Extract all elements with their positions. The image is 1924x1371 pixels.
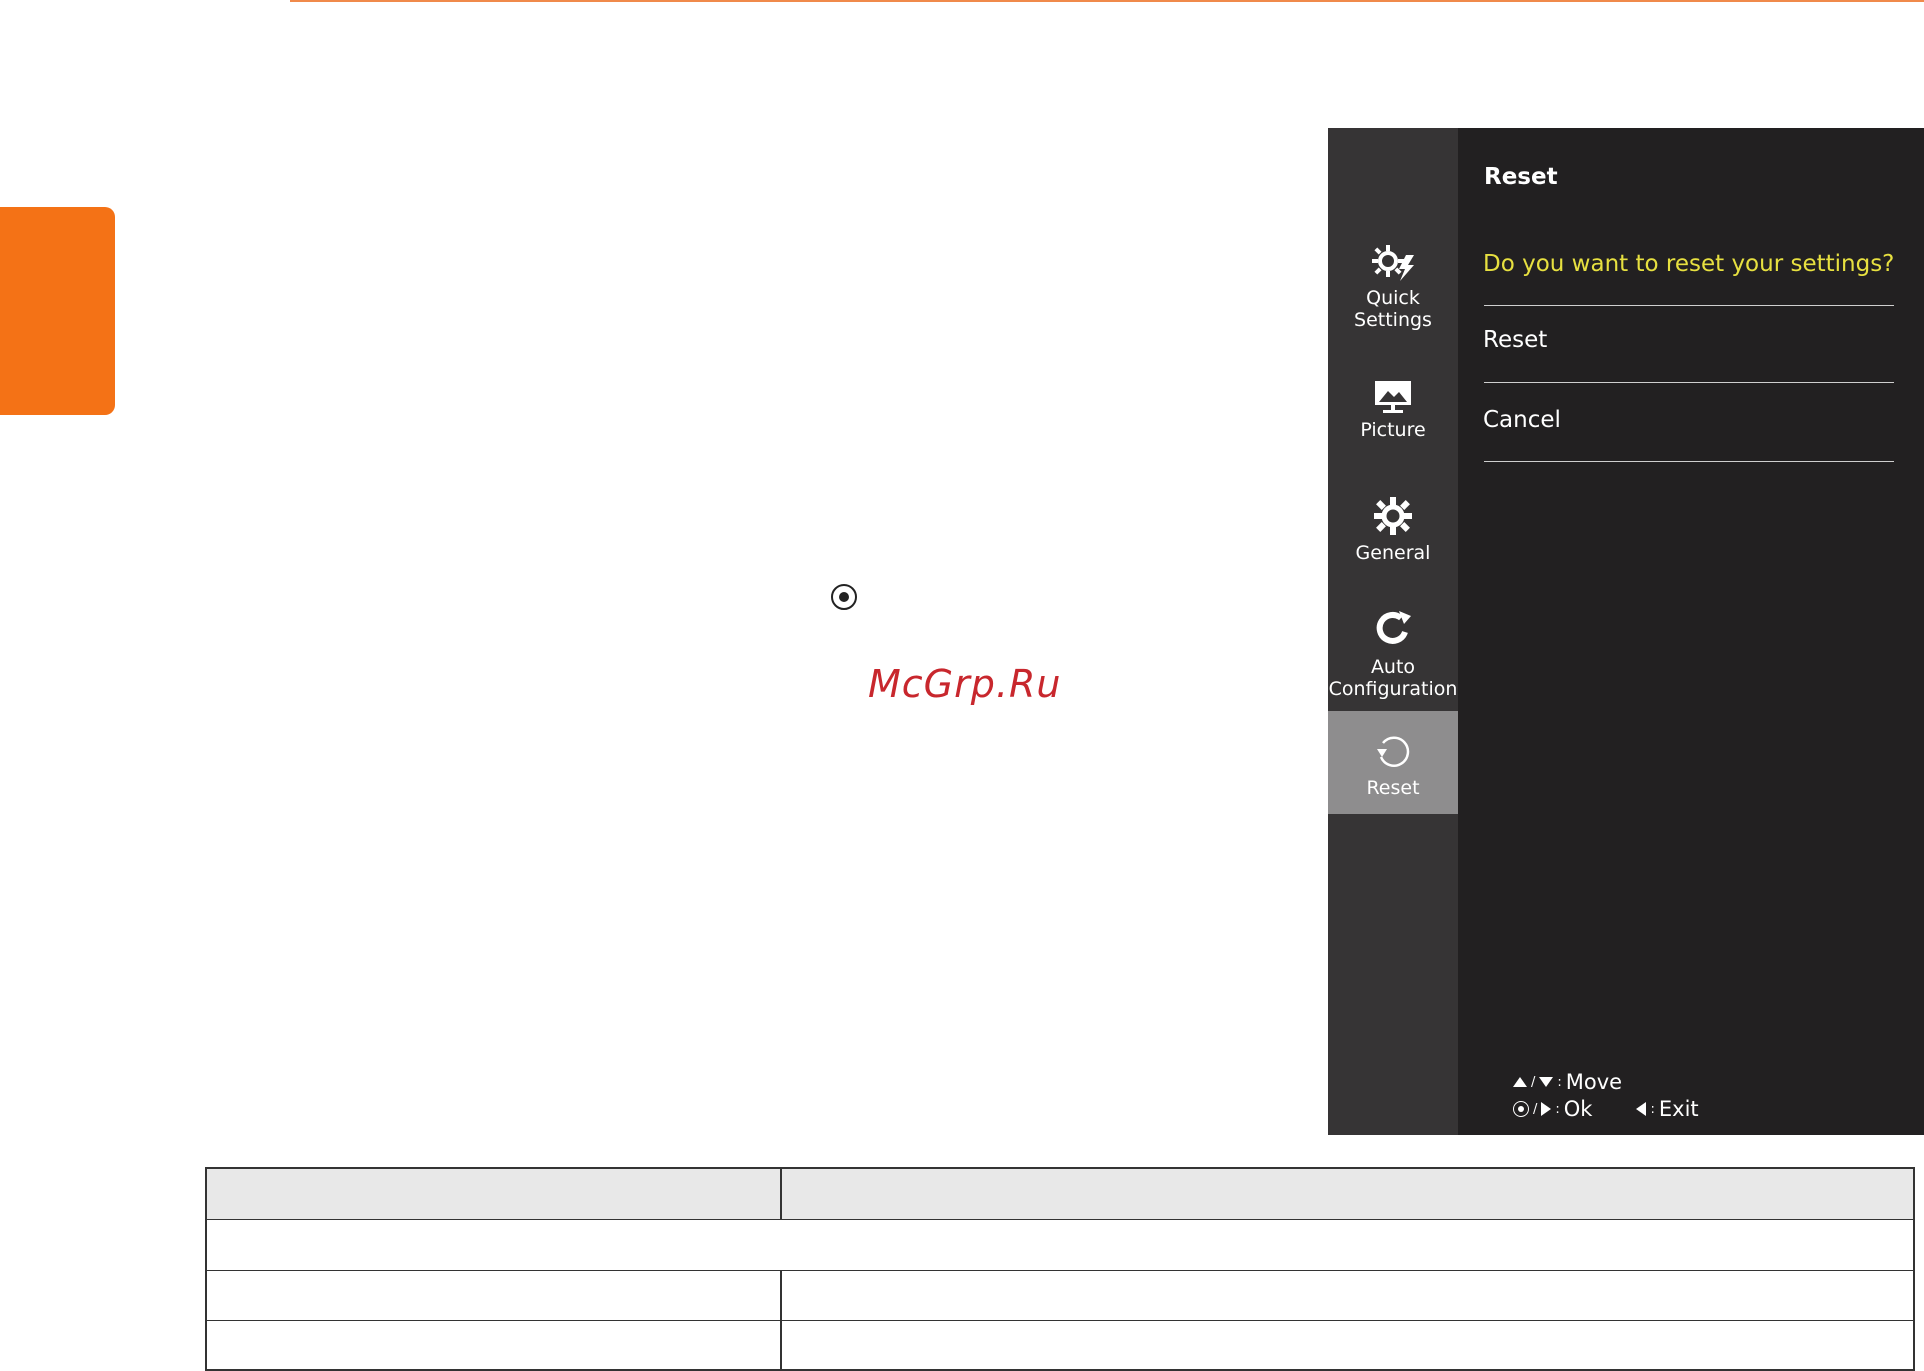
- panel-title: Reset: [1484, 164, 1558, 190]
- divider: [1484, 305, 1894, 306]
- header-rule: [290, 0, 1924, 2]
- table-header-row: [207, 1169, 1913, 1220]
- nav-item-picture[interactable]: Picture: [1328, 379, 1458, 441]
- watermark: McGrp.Ru: [868, 662, 1062, 706]
- ok-icon: [1513, 1101, 1529, 1117]
- hint-move: / : Move: [1513, 1070, 1622, 1094]
- nav-label: Reset: [1366, 777, 1420, 799]
- hint-slash: /: [1533, 1101, 1538, 1117]
- ok-button-icon: [831, 584, 857, 610]
- osd-sidebar: Quick Settings Picture General Auto Conf…: [1328, 128, 1458, 1135]
- nav-label-line1: Auto: [1370, 656, 1416, 678]
- left-arrow-icon: [1636, 1102, 1647, 1116]
- table-row: [207, 1220, 1913, 1271]
- nav-label-line2: Settings: [1354, 309, 1432, 331]
- hint-exit-label: Exit: [1658, 1097, 1699, 1121]
- option-reset[interactable]: Reset: [1483, 327, 1547, 353]
- auto-configuration-icon: [1376, 611, 1411, 644]
- nav-label: General: [1355, 542, 1431, 564]
- nav-label-line1: Quick: [1366, 287, 1420, 309]
- gear-icon: [1374, 497, 1412, 535]
- hint-move-label: Move: [1565, 1070, 1623, 1094]
- hint-colon: :: [1557, 1074, 1562, 1090]
- hint-colon: :: [1555, 1101, 1560, 1117]
- divider: [1484, 461, 1894, 462]
- down-arrow-icon: [1539, 1077, 1554, 1087]
- up-arrow-icon: [1513, 1077, 1527, 1087]
- nav-item-general[interactable]: General: [1328, 494, 1458, 564]
- reset-icon: [1377, 736, 1410, 767]
- divider: [1484, 382, 1894, 383]
- hint-slash: /: [1531, 1074, 1536, 1090]
- nav-label-line2: Configuration: [1328, 678, 1458, 700]
- nav-label: Picture: [1360, 419, 1426, 441]
- column-divider: [780, 1271, 782, 1371]
- nav-item-quick-settings[interactable]: Quick Settings: [1328, 241, 1458, 331]
- nav-item-auto-configuration[interactable]: Auto Configuration: [1328, 608, 1458, 700]
- hint-ok-label: Ok: [1563, 1097, 1593, 1121]
- right-arrow-icon: [1541, 1102, 1552, 1116]
- quick-settings-icon: [1372, 245, 1414, 281]
- nav-item-reset[interactable]: Reset: [1328, 711, 1458, 814]
- option-cancel[interactable]: Cancel: [1483, 407, 1561, 433]
- osd-reset-panel: Reset Do you want to reset your settings…: [1458, 128, 1924, 1135]
- table-row: [207, 1271, 1913, 1321]
- settings-table: [205, 1167, 1915, 1371]
- chapter-tab: [0, 207, 115, 415]
- reset-question: Do you want to reset your settings?: [1483, 251, 1895, 277]
- hint-ok-exit: / : Ok : Exit: [1513, 1097, 1699, 1121]
- table-row: [207, 1321, 1913, 1371]
- picture-icon: [1375, 381, 1411, 413]
- column-divider: [780, 1169, 782, 1220]
- osd-menu: Quick Settings Picture General Auto Conf…: [1328, 128, 1924, 1135]
- hint-colon: :: [1650, 1101, 1655, 1117]
